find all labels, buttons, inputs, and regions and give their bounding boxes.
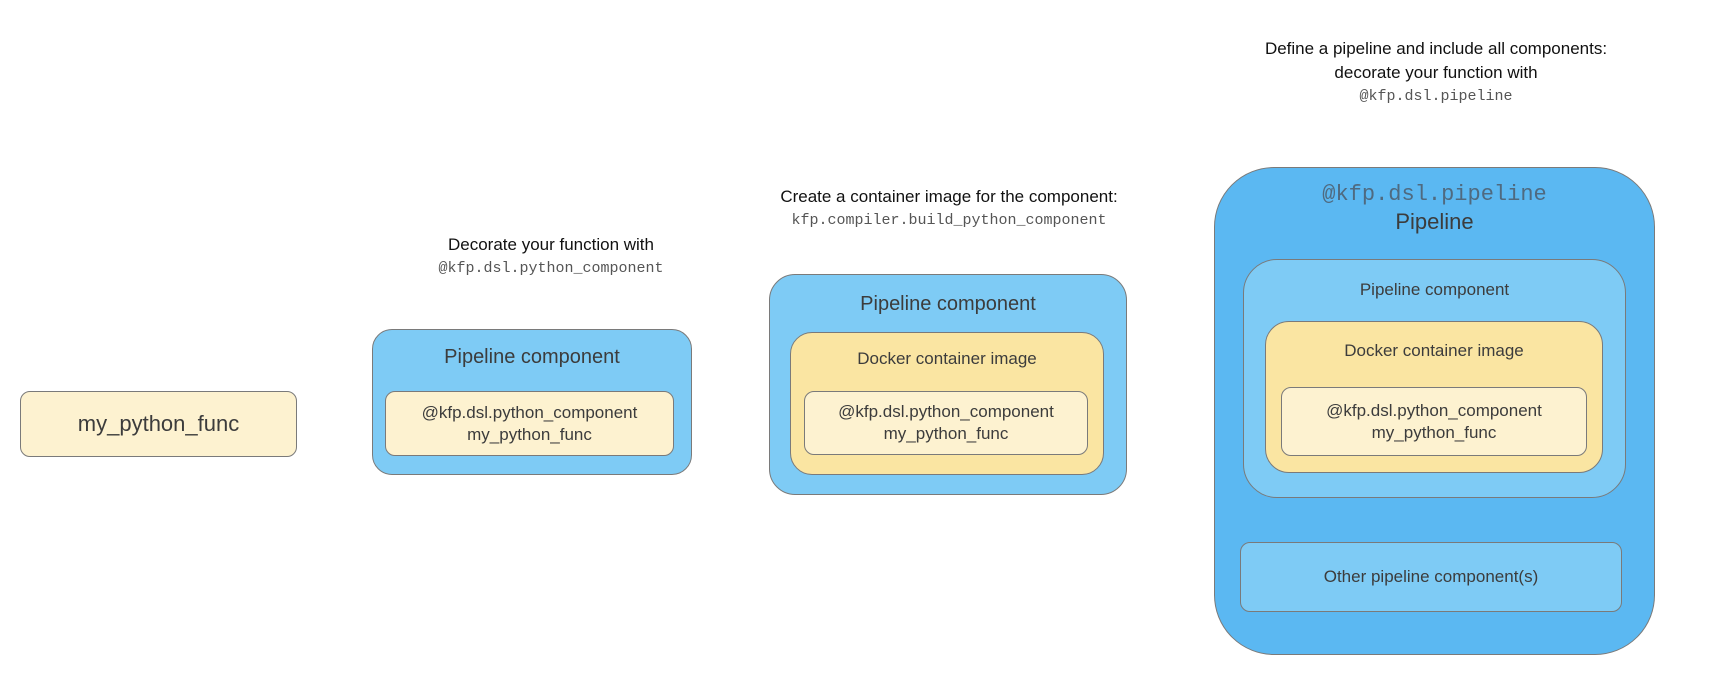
step3-caption: Create a container image for the compone…	[780, 185, 1117, 233]
step2-function: my_python_func	[467, 424, 592, 444]
step4-decorator: @kfp.dsl.python_component	[1326, 400, 1542, 420]
other-components-box: Other pipeline component(s)	[1240, 542, 1622, 612]
step4-component-title: Pipeline component	[1359, 280, 1510, 299]
step3-caption-text: Create a container image for the compone…	[780, 187, 1118, 206]
function-box: my_python_func	[20, 391, 297, 457]
step2-caption-code: @kfp.dsl.python_component	[438, 260, 664, 277]
step2-caption: Decorate your function with @kfp.dsl.pyt…	[438, 233, 663, 281]
step4-docker-title: Docker container image	[1344, 341, 1524, 360]
pipeline-decorator: @kfp.dsl.pipeline	[1322, 182, 1547, 207]
pipeline-title: Pipeline	[1395, 209, 1474, 234]
step4-caption-line1: Define a pipeline and include all compon…	[1264, 39, 1608, 58]
step3-component-title: Pipeline component	[860, 293, 1036, 315]
step3-caption-code: kfp.compiler.build_python_component	[791, 212, 1107, 229]
step4-caption: Define a pipeline and include all compon…	[1265, 37, 1607, 109]
step2-caption-text: Decorate your function with	[447, 235, 654, 254]
step3-docker-title: Docker container image	[857, 349, 1037, 368]
step3-function-box: @kfp.dsl.python_component my_python_func	[804, 391, 1088, 455]
step4-function: my_python_func	[1371, 422, 1497, 442]
other-components-label: Other pipeline component(s)	[1323, 567, 1539, 586]
step2-function-box: @kfp.dsl.python_component my_python_func	[385, 391, 674, 456]
step3-decorator: @kfp.dsl.python_component	[838, 402, 1054, 421]
step2-component-title: Pipeline component	[444, 346, 620, 368]
step2-decorator: @kfp.dsl.python_component	[421, 402, 638, 422]
function-label: my_python_func	[77, 411, 240, 436]
step4-caption-line2: decorate your function with	[1334, 63, 1538, 82]
step4-caption-code: @kfp.dsl.pipeline	[1359, 88, 1513, 105]
step3-function: my_python_func	[883, 424, 1009, 443]
step4-function-box: @kfp.dsl.python_component my_python_func	[1281, 387, 1587, 456]
